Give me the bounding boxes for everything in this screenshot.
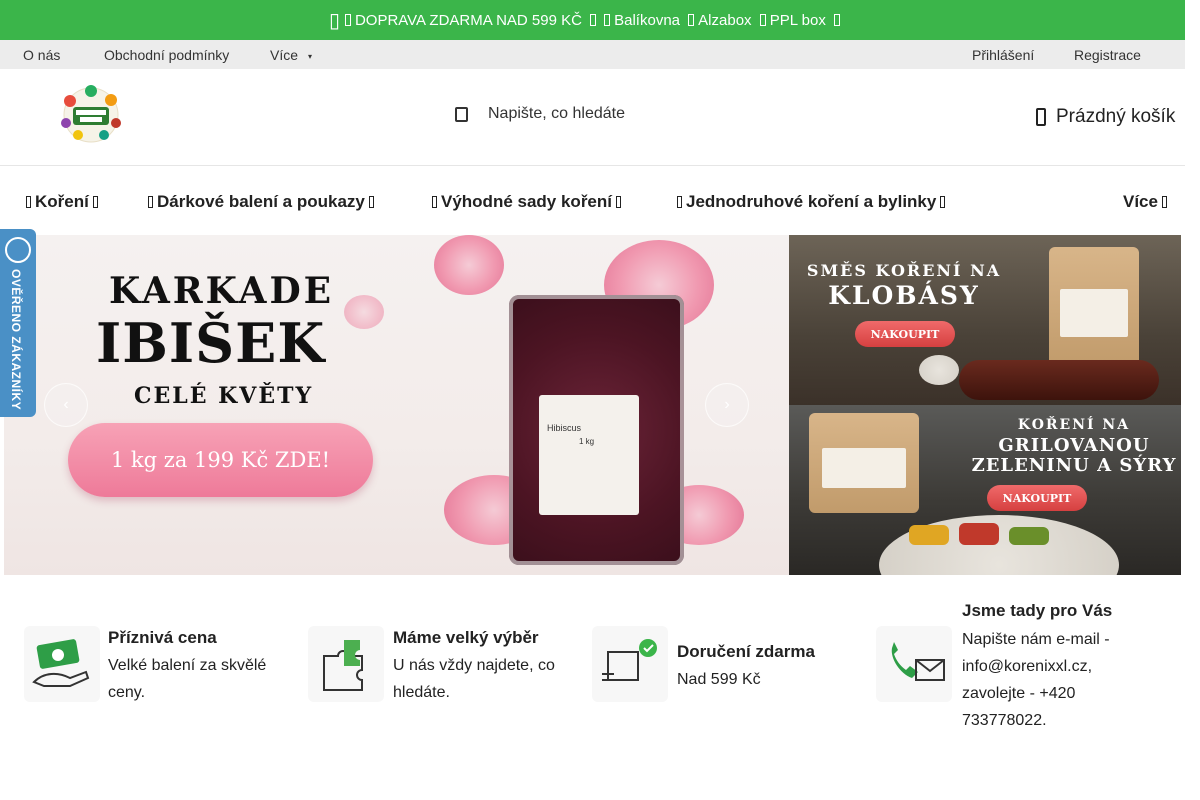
box-icon (604, 13, 611, 26)
chevron-left-icon: ‹ (63, 396, 69, 413)
pepper-image (959, 523, 999, 545)
side-banner-shop-button[interactable]: NAKOUPIT (855, 321, 955, 347)
cart-button[interactable]: Prázdný košík (1036, 106, 1175, 128)
money-hand-icon (24, 626, 100, 702)
menu-item-vyhodne-sady[interactable]: Výhodné sady koření (428, 192, 625, 212)
grill-plate-image (879, 515, 1119, 575)
hibiscus-flower-image (434, 235, 504, 295)
zucchini-image (1009, 527, 1049, 545)
menu-item-jednodruhove[interactable]: Jednodruhové koření a bylinky (673, 192, 949, 212)
cart-icon (1036, 108, 1046, 126)
chevron-down-icon (940, 196, 946, 208)
product-label: Hibiscus 1 kg (539, 395, 639, 515)
side-banner-shop-button[interactable]: NAKOUPIT (987, 485, 1087, 511)
cart-label: Prázdný košík (1056, 106, 1176, 127)
banner-subtitle: CELÉ KVĚTY (134, 383, 314, 409)
search-input[interactable] (488, 105, 748, 123)
side-banner-title-line2: KLOBÁSY (828, 281, 980, 310)
chevron-right-icon: › (724, 396, 730, 413)
header: Prázdný košík (0, 69, 1185, 166)
menu-item-more[interactable]: Více (1123, 192, 1171, 212)
features-strip: Příznivá cena Velké balení za skvělé cen… (0, 590, 1185, 740)
more-links-dropdown[interactable]: Více ▾ (270, 47, 312, 63)
search-bar[interactable] (454, 105, 748, 123)
terms-link[interactable]: Obchodní podmínky (104, 47, 229, 63)
pepper-image (909, 525, 949, 545)
side-banner-title-line2: GRILOVANOU (998, 435, 1150, 456)
banner-title-ibisek: IBIŠEK (96, 311, 326, 375)
side-banner-title-line1: SMĚS KOŘENÍ NA (806, 261, 1002, 280)
banner-title-karkade: KARKADE (109, 270, 335, 312)
banner-cta-button[interactable]: 1 kg za 199 Kč ZDE! (68, 423, 373, 497)
side-banner-grilovana-zelenina[interactable]: KOŘENÍ NA GRILOVANOU ZELENINU A SÝRY NAK… (789, 405, 1181, 575)
side-banner-klobasy[interactable]: SMĚS KOŘENÍ NA KLOBÁSY NAKOUPIT (789, 235, 1181, 405)
gift-icon (148, 196, 153, 208)
login-link[interactable]: Přihlášení (972, 47, 1034, 63)
box-icon (590, 13, 597, 26)
site-logo[interactable] (56, 83, 126, 145)
delivery-box-icon (592, 626, 668, 702)
spice-pouch-image (1049, 247, 1139, 367)
chevron-down-icon: ▾ (308, 51, 313, 61)
about-link[interactable]: O nás (23, 47, 60, 63)
chevron-down-icon (616, 196, 621, 208)
menu-item-darkove-baleni[interactable]: Dárkové balení a poukazy (144, 192, 378, 212)
leaf-icon (677, 196, 682, 208)
banner-area: Hibiscus 1 kg KARKADE IBIŠEK CELÉ KVĚTY … (4, 235, 1181, 575)
main-menu: Koření Dárkové balení a poukazy Výhodné … (0, 166, 1185, 234)
side-banner-title-line1: KOŘENÍ NA (1017, 417, 1131, 433)
box-icon (759, 13, 766, 26)
menu-item-koreni[interactable]: Koření (22, 192, 102, 212)
petal-image (344, 295, 384, 329)
tag-icon (432, 196, 437, 208)
chevron-down-icon (368, 196, 374, 208)
promo-text: DOPRAVA ZDARMA NAD 599 KČ Balíkovna Alza… (341, 12, 844, 29)
slider-next-button[interactable]: › (705, 383, 749, 427)
search-icon (454, 105, 468, 123)
promo-bar: ▯ DOPRAVA ZDARMA NAD 599 KČ Balíkovna Al… (0, 0, 1185, 40)
box-icon (834, 13, 841, 26)
box-icon (344, 13, 351, 26)
spice-pouch-image (809, 413, 919, 513)
box-icon (688, 13, 695, 26)
top-links-bar: O nás Obchodní podmínky Více ▾ Přihlášení… (0, 40, 1185, 69)
sausage-image (959, 360, 1159, 400)
register-link[interactable]: Registrace (1074, 47, 1141, 63)
truck-icon: ▯ (329, 10, 341, 32)
side-banner-title-line3: ZELENINU A SÝRY (971, 455, 1177, 476)
puzzle-icon (308, 626, 384, 702)
main-banner-slide[interactable]: Hibiscus 1 kg KARKADE IBIŠEK CELÉ KVĚTY … (4, 235, 789, 575)
verified-customers-badge[interactable]: OVĚŘENO ZÁKAZNÍKY (0, 229, 36, 417)
category-icon (26, 196, 31, 208)
slider-prev-button[interactable]: ‹ (44, 383, 88, 427)
phone-mail-icon (876, 626, 952, 702)
chevron-down-icon (92, 196, 98, 208)
garlic-image (919, 355, 959, 385)
chevron-down-icon (1161, 196, 1167, 208)
seal-icon (5, 237, 31, 263)
